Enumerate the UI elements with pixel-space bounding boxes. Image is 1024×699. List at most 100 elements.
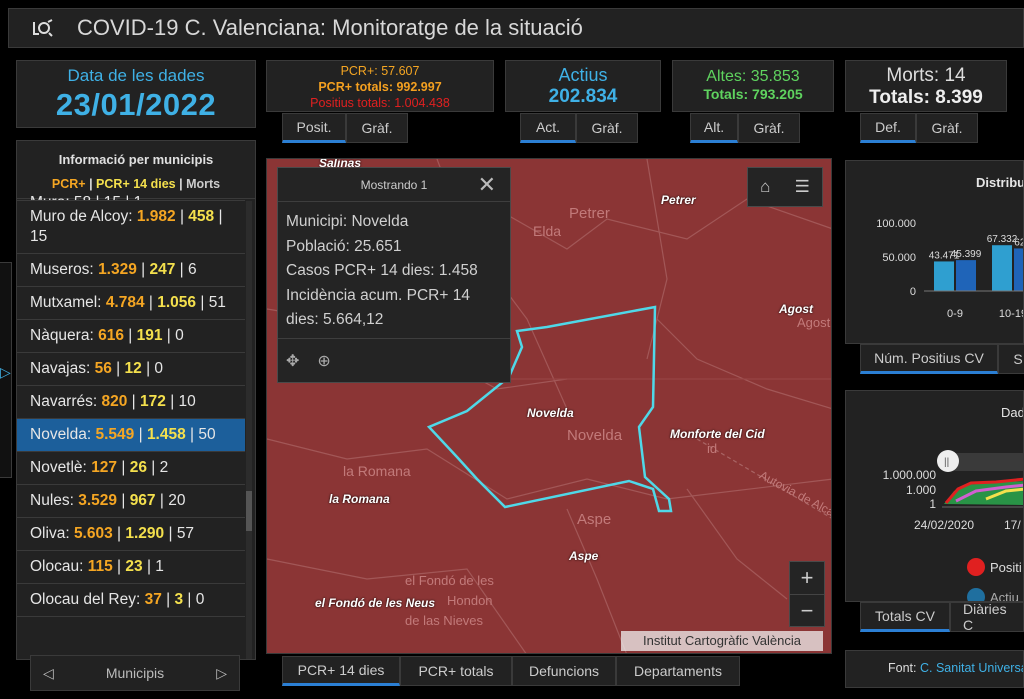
pcr-tabs: Posit. Gràf.: [282, 113, 408, 143]
pcr-value: 3.529: [78, 492, 118, 509]
date-label: Data de les dades: [67, 66, 205, 85]
list-item[interactable]: Nàquera: 616 | 191 | 0: [17, 320, 245, 353]
y-tick-label: 50.000: [882, 252, 916, 264]
tab-s[interactable]: S: [998, 344, 1024, 374]
x-tick-label: 0-9: [947, 308, 963, 320]
svg-text:||: ||: [944, 457, 949, 468]
bar[interactable]: [992, 245, 1012, 291]
positius-total: Positius totals: 1.004.438: [310, 96, 450, 110]
virus-logo-icon: [33, 19, 53, 37]
list-item[interactable]: Navarrés: 820 | 172 | 10: [17, 386, 245, 419]
y-tick: 1: [929, 497, 936, 511]
daily-panel: Dad || 1.000.000 1.000 1 24/02/2020 17/ …: [845, 390, 1024, 602]
popup-line: dies: 5.664,12: [286, 311, 384, 328]
legend-marker-actius: [967, 588, 985, 601]
municipalities-title: Informació per municipis: [58, 152, 214, 167]
tab-totals-cv[interactable]: Totals CV: [860, 602, 950, 632]
bar-value-label: 62.6: [1014, 237, 1024, 248]
map-label-monforte: Monforte del Cid: [670, 427, 765, 441]
tab-posit[interactable]: Posit.: [282, 113, 346, 143]
map-base-label: de las Nieves: [405, 613, 484, 628]
map-view[interactable]: Elda Petrer Novelda la Romana Aspe el Fo…: [266, 158, 832, 654]
tab-departaments[interactable]: Departaments: [616, 656, 740, 686]
source-link[interactable]: C. Sanitat Universa: [920, 661, 1023, 675]
home-icon[interactable]: ⌂: [760, 177, 770, 197]
list-item[interactable]: Muro de Alcoy: 1.982 | 458 | 15: [17, 201, 245, 254]
prev-page-icon[interactable]: ◁: [43, 665, 54, 682]
list-item[interactable]: Navajas: 56 | 12 | 0: [17, 353, 245, 386]
list-item[interactable]: Olocau del Rey: 37 | 3 | 0: [17, 584, 245, 617]
source-label: Font:: [888, 661, 917, 675]
tab-act[interactable]: Act.: [520, 113, 576, 143]
map-base-label: la Romana: [343, 463, 411, 479]
pcr14-value: 1.056: [157, 294, 197, 311]
municipality-name: Navarrés:: [30, 393, 98, 410]
scrollbar[interactable]: [246, 201, 252, 659]
tab-alt-graf[interactable]: Gràf.: [738, 113, 800, 143]
zoom-to-icon[interactable]: ⊕: [317, 351, 330, 371]
tab-act-graf[interactable]: Gràf.: [576, 113, 638, 143]
map-label-fondo: el Fondó de les Neus: [315, 596, 436, 610]
pcr-value: 5.549: [95, 426, 135, 443]
scrollbar-thumb[interactable]: [246, 491, 252, 531]
tab-alt[interactable]: Alt.: [690, 113, 738, 143]
municipalities-pager: ◁ Municipis ▷: [30, 655, 240, 691]
map-base-label: Novelda: [567, 427, 623, 444]
bar[interactable]: [1014, 248, 1024, 291]
info-popup: Mostrando 1 ✕ Municipi: Novelda Població…: [277, 167, 511, 383]
pcr-value: 37: [144, 591, 162, 608]
tab-pcr-totals[interactable]: PCR+ totals: [400, 656, 512, 686]
municipalities-list: Muro: 58 | 15 | 1Muro de Alcoy: 1.982 | …: [17, 194, 245, 617]
list-item[interactable]: Museros: 1.329 | 247 | 6: [17, 254, 245, 287]
zoom-in-button[interactable]: +: [790, 562, 824, 594]
map-base-label: Agost: [797, 315, 831, 330]
tab-pcr-graf[interactable]: Gràf.: [346, 113, 408, 143]
map-base-label: Elda: [533, 223, 562, 239]
municipality-name: Muro de Alcoy:: [30, 208, 133, 225]
pcr14-value: 191: [136, 327, 163, 344]
morts-value: 0: [154, 360, 164, 377]
map-label-novelda: Novelda: [527, 406, 574, 420]
map-label-agost: Agost: [779, 302, 813, 316]
popup-footer: ✥ ⊕: [278, 338, 510, 382]
bar[interactable]: [934, 261, 954, 291]
list-item[interactable]: Nules: 3.529 | 967 | 20: [17, 485, 245, 518]
close-icon[interactable]: ✕: [478, 172, 496, 198]
tab-defuncions[interactable]: Defuncions: [512, 656, 616, 686]
bar-value-label: 45.399: [951, 249, 982, 260]
bar-value-label: 67.332: [987, 234, 1018, 245]
list-item[interactable]: Mutxamel: 4.784 | 1.056 | 51: [17, 287, 245, 320]
map-tabs: PCR+ 14 dies PCR+ totals Defuncions Depa…: [282, 656, 740, 686]
map-base-label: Hondon: [447, 593, 493, 608]
tab-num-positius[interactable]: Núm. Positius CV: [860, 344, 998, 374]
pcr-value: 1.329: [98, 261, 137, 278]
morts-value: 15: [30, 228, 48, 245]
morts-value: 20: [168, 492, 186, 509]
tab-def-graf[interactable]: Gràf.: [916, 113, 978, 143]
pcr14-value: 1.458: [146, 426, 186, 443]
tab-pcr-14[interactable]: PCR+ 14 dies: [282, 656, 400, 686]
bar[interactable]: [956, 260, 976, 291]
list-item-partial[interactable]: Muro: 58 | 15 | 1: [17, 187, 245, 201]
list-item[interactable]: Oliva: 5.603 | 1.290 | 57: [17, 518, 245, 551]
zoom-out-button[interactable]: −: [790, 594, 824, 626]
chevron-right-icon[interactable]: ▷: [0, 364, 11, 388]
actius-panel: Actius 202.834: [505, 60, 661, 112]
popup-line: Casos PCR+ 14 dies: 1.458: [286, 262, 478, 279]
x-tick-label: 10-19: [999, 308, 1024, 320]
altes-tabs: Alt. Gràf.: [690, 113, 800, 143]
municipality-name: Olocau:: [30, 558, 84, 575]
tab-diaries[interactable]: Diàries C: [950, 601, 1024, 633]
municipality-name: Nules:: [30, 492, 74, 509]
layer-list-icon[interactable]: ☰: [795, 177, 810, 197]
move-icon[interactable]: ✥: [286, 351, 299, 371]
morts-tabs: Def. Gràf.: [860, 113, 978, 143]
morts-value: 50: [198, 426, 216, 443]
tab-def[interactable]: Def.: [860, 113, 916, 143]
list-item[interactable]: Novelda: 5.549 | 1.458 | 50: [17, 419, 245, 452]
next-page-icon[interactable]: ▷: [216, 665, 227, 682]
list-item[interactable]: Novetlè: 127 | 26 | 2: [17, 452, 245, 485]
pcr14-value: 12: [124, 360, 142, 377]
map-label-la-romana: la Romana: [329, 492, 390, 506]
list-item[interactable]: Olocau: 115 | 23 | 1: [17, 551, 245, 584]
